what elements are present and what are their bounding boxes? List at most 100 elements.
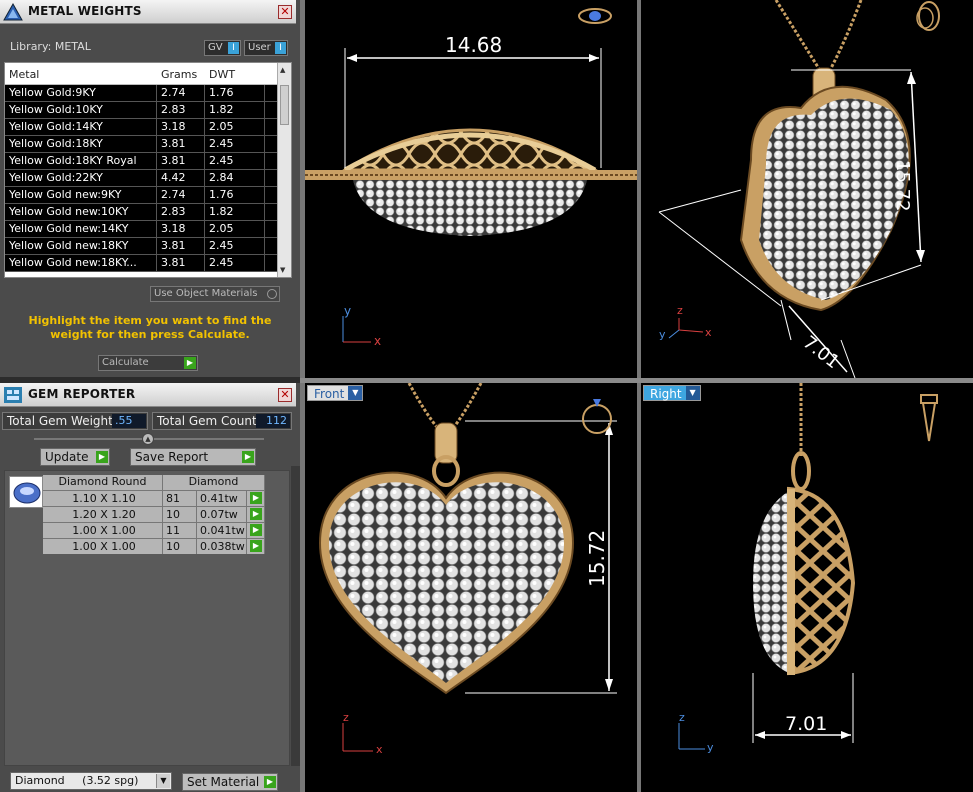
table-row[interactable]: Yellow Gold new:18KY... 3.81 2.45 <box>5 255 291 272</box>
axis-y-label: y <box>659 328 666 341</box>
metal-weights-header: METAL WEIGHTS ✕ <box>0 0 296 24</box>
table-row[interactable]: Yellow Gold:18KY Royal 3.81 2.45 <box>5 153 291 170</box>
update-button[interactable]: Update ▶ <box>40 448 110 466</box>
column-header-grams[interactable]: Grams <box>157 63 205 84</box>
stone-weight-cell: 0.038tw <box>197 539 247 554</box>
front-view-render <box>318 383 617 752</box>
splitter-handle-icon[interactable]: ▲ <box>142 433 154 445</box>
select-gem-button[interactable]: ▶ <box>247 523 265 538</box>
play-arrow-icon: ▶ <box>264 776 276 788</box>
table-row[interactable]: Yellow Gold:9KY 2.74 1.76 <box>5 85 291 102</box>
table-row[interactable]: Yellow Gold new:10KY 2.83 1.82 <box>5 204 291 221</box>
view-orientation-ring-icon[interactable] <box>913 2 947 32</box>
total-gem-count-field: Total Gem Count 112 <box>152 412 292 430</box>
gv-toggle[interactable]: GV I <box>204 40 241 56</box>
total-gem-count-value: 112 <box>256 414 290 428</box>
view-orientation-ring-icon[interactable] <box>577 4 613 26</box>
material-select[interactable]: Diamond (3.52 spg) ▼ <box>10 772 172 790</box>
axis-z-label: z <box>343 711 349 724</box>
perspective-view-render <box>658 0 940 378</box>
column-header-stone-shape: Diamond Round <box>43 475 163 490</box>
select-gem-button[interactable]: ▶ <box>247 507 265 522</box>
viewport-label-right[interactable]: Right ▼ <box>643 385 701 401</box>
table-row[interactable]: 1.10 X 1.10 81 0.41tw ▶ <box>43 490 265 506</box>
dwt-cell: 2.45 <box>205 255 265 271</box>
select-gem-button[interactable]: ▶ <box>247 491 265 506</box>
viewport-perspective[interactable]: 15.72 7.01 z x y <box>641 0 973 378</box>
table-row[interactable]: Yellow Gold:18KY 3.81 2.45 <box>5 136 291 153</box>
dwt-cell: 2.45 <box>205 136 265 152</box>
stone-count-cell: 10 <box>163 539 197 554</box>
grams-cell: 3.18 <box>157 119 205 135</box>
set-material-button[interactable]: Set Material ▶ <box>182 773 278 791</box>
view-orientation-ring-icon[interactable] <box>581 391 613 431</box>
viewport-label-front[interactable]: Front ▼ <box>307 385 364 401</box>
table-row[interactable]: 1.00 X 1.00 11 0.041tw ▶ <box>43 522 265 538</box>
stone-size-cell: 1.00 X 1.00 <box>43 539 163 554</box>
table-row[interactable]: Yellow Gold:14KY 3.18 2.05 <box>5 119 291 136</box>
table-row[interactable]: Yellow Gold new:14KY 3.18 2.05 <box>5 221 291 238</box>
grams-cell: 2.74 <box>157 187 205 203</box>
chevron-down-icon[interactable]: ▼ <box>156 774 170 788</box>
use-object-materials-label: Use Object Materials <box>154 288 258 299</box>
grams-cell: 3.81 <box>157 238 205 254</box>
stone-count-cell: 11 <box>163 523 197 538</box>
play-arrow-icon: ▶ <box>96 451 108 463</box>
metal-name-cell: Yellow Gold new:10KY <box>5 204 157 220</box>
column-header-metal[interactable]: Metal <box>5 63 157 84</box>
stone-weight-cell: 0.41tw <box>197 491 247 506</box>
table-row[interactable]: 1.00 X 1.00 10 0.038tw ▶ <box>43 538 265 554</box>
view-orientation-pendant-icon[interactable] <box>917 391 941 445</box>
metal-table-scrollbar[interactable]: ▲ ▼ <box>277 63 291 277</box>
grams-cell: 3.81 <box>157 153 205 169</box>
select-gem-button[interactable]: ▶ <box>247 539 265 554</box>
grams-cell: 2.83 <box>157 102 205 118</box>
play-arrow-icon: ▶ <box>250 540 262 552</box>
stone-size-cell: 1.10 X 1.10 <box>43 491 163 506</box>
dwt-cell: 2.45 <box>205 238 265 254</box>
dwt-cell: 2.45 <box>205 153 265 169</box>
close-icon[interactable]: ✕ <box>278 5 292 19</box>
update-label: Update <box>45 450 89 464</box>
toggle-indicator-icon: I <box>275 42 286 54</box>
dwt-cell: 2.84 <box>205 170 265 186</box>
metal-name-cell: Yellow Gold:18KY <box>5 136 157 152</box>
gem-table-header: Diamond Round Diamond <box>43 475 265 490</box>
chevron-down-icon[interactable]: ▼ <box>348 386 363 400</box>
user-toggle[interactable]: User I <box>244 40 288 56</box>
front-view-label: Front <box>314 387 345 401</box>
metal-name-cell: Yellow Gold:9KY <box>5 85 157 101</box>
play-arrow-icon: ▶ <box>242 451 254 463</box>
chevron-down-icon[interactable]: ▼ <box>685 386 700 400</box>
table-row[interactable]: Yellow Gold:10KY 2.83 1.82 <box>5 102 291 119</box>
right-view-label: Right <box>650 387 682 401</box>
column-header-dwt[interactable]: DWT <box>205 63 265 84</box>
total-gem-count-label: Total Gem Count <box>157 414 257 428</box>
metal-weights-logo-icon <box>3 2 23 21</box>
scroll-down-icon[interactable]: ▼ <box>280 266 285 274</box>
gem-panel-scrollbar[interactable] <box>291 466 300 766</box>
use-object-materials-toggle[interactable]: Use Object Materials <box>150 286 280 302</box>
gem-table-body: 1.10 X 1.10 81 0.41tw ▶ 1.20 X 1.20 10 0.07tw ▶… <box>43 490 265 554</box>
table-row[interactable]: Yellow Gold new:18KY 3.81 2.45 <box>5 238 291 255</box>
calculate-button[interactable]: Calculate ▶ <box>98 355 198 371</box>
table-row[interactable]: Yellow Gold new:9KY 2.74 1.76 <box>5 187 291 204</box>
viewport-top[interactable]: 14.68 y x <box>305 0 637 378</box>
table-row[interactable]: 1.20 X 1.20 10 0.07tw ▶ <box>43 506 265 522</box>
viewport-front[interactable]: Front ▼ 15.72 z x <box>305 383 637 792</box>
top-width-dimension: 14.68 <box>445 33 503 57</box>
axis-y-label: y <box>344 304 352 318</box>
close-icon[interactable]: ✕ <box>278 388 292 402</box>
table-row[interactable]: Yellow Gold:22KY 4.42 2.84 <box>5 170 291 187</box>
play-arrow-icon: ▶ <box>250 492 262 504</box>
radio-icon[interactable] <box>267 289 277 299</box>
scrollbar-thumb[interactable] <box>280 85 289 125</box>
gem-reporter-logo-icon <box>4 387 22 403</box>
play-arrow-icon: ▶ <box>250 508 262 520</box>
material-select-value: Diamond (3.52 spg) <box>15 774 139 787</box>
dwt-cell: 1.82 <box>205 102 265 118</box>
viewport-right[interactable]: Right ▼ 7.01 z y <box>641 383 973 792</box>
scroll-up-icon[interactable]: ▲ <box>280 66 285 74</box>
axis-z-label: z <box>679 711 685 724</box>
save-report-button[interactable]: Save Report ▶ <box>130 448 256 466</box>
